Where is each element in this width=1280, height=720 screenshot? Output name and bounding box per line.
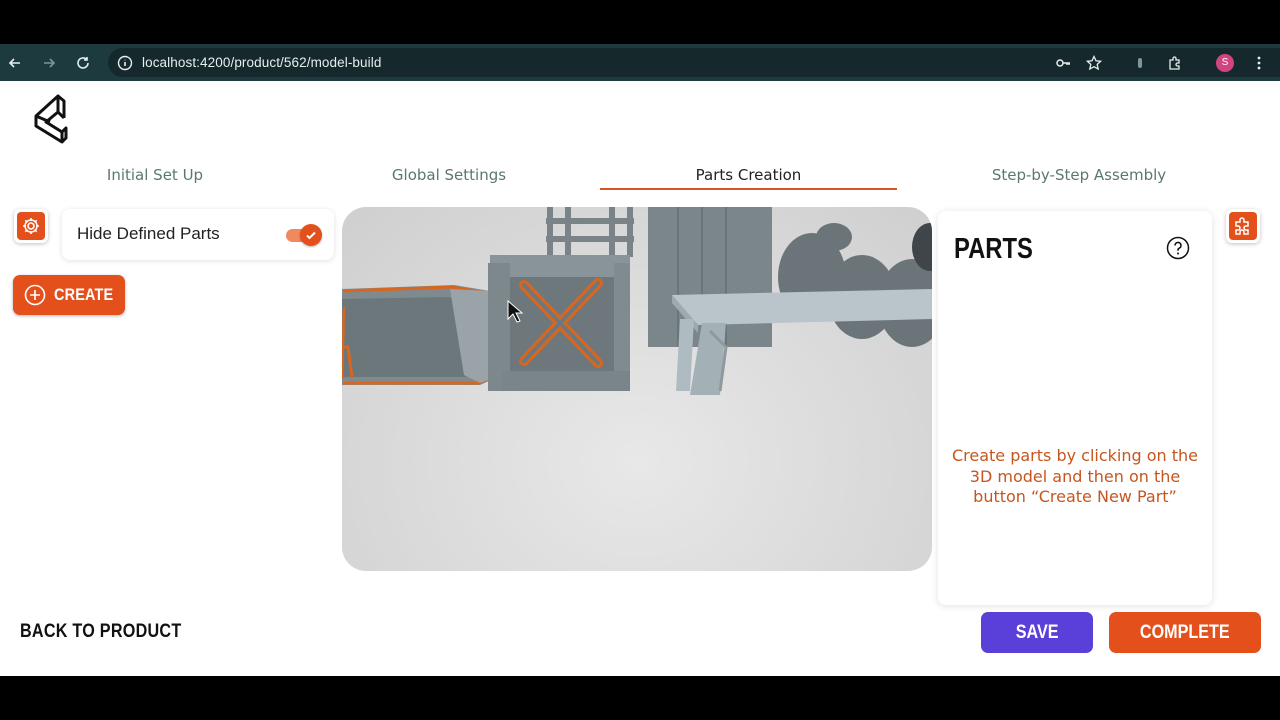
create-button[interactable]: CREATE xyxy=(13,275,125,315)
kebab-menu-icon[interactable] xyxy=(1246,44,1272,81)
browser-toolbar: localhost:4200/product/562/model-build S xyxy=(0,44,1280,81)
settings-button[interactable] xyxy=(14,209,48,243)
gear-icon xyxy=(23,218,39,234)
parts-panel: PARTS Create parts by clicking on the 3D… xyxy=(938,211,1212,605)
extension-icon[interactable] xyxy=(1127,44,1153,81)
app-page: Initial Set Up Global Settings Parts Cre… xyxy=(0,81,1280,676)
tab-global-settings[interactable]: Global Settings xyxy=(380,166,518,190)
checkmark-icon xyxy=(306,231,316,240)
password-key-icon[interactable] xyxy=(1050,44,1076,81)
parts-title: PARTS xyxy=(954,233,1033,265)
tab-step-by-step-assembly[interactable]: Step-by-Step Assembly xyxy=(975,166,1183,190)
parts-panel-toggle-button[interactable] xyxy=(1226,209,1260,243)
back-arrow-icon[interactable] xyxy=(1,44,29,81)
site-info-icon[interactable] xyxy=(117,55,133,71)
save-button[interactable]: SAVE xyxy=(981,612,1093,653)
hide-defined-parts-label: Hide Defined Parts xyxy=(77,224,220,243)
bookmark-star-icon[interactable] xyxy=(1081,44,1107,81)
save-label: SAVE xyxy=(1015,621,1059,643)
brand-logo[interactable] xyxy=(32,92,68,144)
tab-parts-creation[interactable]: Parts Creation xyxy=(600,166,897,190)
bottom-black-bar xyxy=(0,676,1280,720)
plus-circle-icon xyxy=(24,284,46,306)
back-to-product-link[interactable]: BACK TO PRODUCT xyxy=(20,621,181,643)
top-black-bar xyxy=(0,0,1280,44)
forward-arrow-icon[interactable] xyxy=(35,44,63,81)
reload-icon[interactable] xyxy=(69,44,97,81)
complete-label: COMPLETE xyxy=(1140,621,1230,643)
complete-button[interactable]: COMPLETE xyxy=(1109,612,1261,653)
create-label: CREATE xyxy=(54,285,114,304)
parts-hint-text: Create parts by clicking on the 3D model… xyxy=(951,446,1199,506)
hide-defined-parts-toggle[interactable] xyxy=(286,224,322,246)
3d-model-viewport[interactable] xyxy=(342,207,932,571)
3d-model-render xyxy=(342,207,932,395)
hide-defined-parts-card: Hide Defined Parts xyxy=(62,209,334,260)
puzzle-piece-icon xyxy=(1235,217,1249,235)
tab-initial-set-up[interactable]: Initial Set Up xyxy=(95,166,215,190)
help-icon[interactable] xyxy=(1166,236,1190,260)
puzzle-extensions-icon[interactable] xyxy=(1162,44,1188,81)
toggle-knob xyxy=(300,224,322,246)
url-text: localhost:4200/product/562/model-build xyxy=(142,55,382,70)
profile-avatar[interactable]: S xyxy=(1212,44,1238,81)
